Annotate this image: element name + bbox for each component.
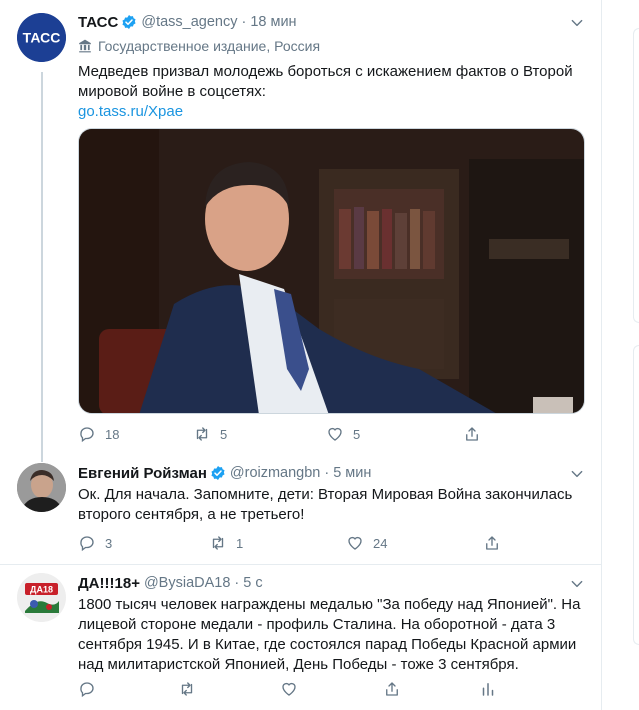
tweet-actions [78, 679, 497, 699]
sidebar-card-edge [633, 28, 639, 323]
avatar[interactable]: ТАСС [17, 13, 66, 62]
retweet-icon [181, 682, 193, 696]
thread-line [41, 72, 43, 455]
share-icon [386, 682, 398, 696]
tweet-header: ТАСС @tass_agency · 18 мин [78, 12, 297, 32]
reply-icon [80, 536, 94, 552]
avatar-logo-text: ТАСС [23, 30, 61, 46]
state-media-label: Государственное издание, Россия [78, 38, 320, 54]
sidebar-card-edge [633, 345, 639, 645]
state-media-text: Государственное издание, Россия [98, 38, 321, 54]
like-count: 5 [353, 426, 361, 442]
separator-dot: · [241, 14, 247, 30]
avatar-logo-text: ДА18 [30, 585, 53, 595]
separator-dot: · [234, 575, 240, 591]
tweet-text: 1800 тысяч человек награждены медалью "З… [78, 596, 581, 673]
tweet-bysia[interactable]: ДА18 ДА!!!18+ @BysiaDA18 · 5 с 1800 тыся… [0, 565, 602, 710]
timestamp[interactable]: 5 мин [333, 465, 371, 481]
verified-badge-icon [122, 15, 136, 29]
separator-dot: · [324, 465, 330, 481]
share-button[interactable] [463, 425, 481, 443]
reply-icon [80, 427, 94, 443]
share-button[interactable] [483, 534, 501, 552]
retweet-button[interactable]: 1 [209, 534, 346, 552]
thread-line-top [41, 455, 43, 462]
tweet-actions: 18 5 5 [78, 424, 481, 444]
analytics-icon [482, 683, 494, 696]
heart-icon [282, 682, 296, 696]
reply-button[interactable]: 18 [78, 425, 193, 443]
tweet-roizman[interactable]: Евгений Ройзман @roizmangbn · 5 мин Ок. … [0, 455, 602, 565]
photo-medvedev [79, 129, 584, 413]
reply-count: 3 [105, 535, 113, 551]
like-button[interactable]: 5 [326, 425, 463, 443]
author-name[interactable]: ТАСС [78, 14, 118, 31]
retweet-button[interactable]: 5 [193, 425, 326, 443]
heart-icon [348, 536, 362, 550]
reply-icon [80, 682, 94, 698]
avatar[interactable]: ДА18 [17, 573, 66, 622]
share-icon [486, 536, 498, 550]
timestamp[interactable]: 5 с [243, 575, 262, 591]
author-name[interactable]: Евгений Ройзман [78, 465, 207, 482]
tweet-actions: 3 1 24 [78, 533, 501, 553]
tweet-text-body: Медведев призвал молодежь бороться с иск… [78, 63, 573, 100]
avatar-photo [17, 463, 66, 512]
tweet-header: ДА!!!18+ @BysiaDA18 · 5 с [78, 573, 263, 593]
tweet-text: Ок. Для начала. Запомните, дети: Вторая … [78, 486, 573, 523]
tweet-link[interactable]: go.tass.ru/Храе [78, 102, 588, 122]
retweet-icon [196, 427, 208, 441]
retweet-count: 1 [236, 535, 244, 551]
government-building-icon [79, 39, 91, 53]
timestamp[interactable]: 18 мин [250, 14, 296, 30]
tweet-header: Евгений Ройзман @roizmangbn · 5 мин [78, 463, 371, 483]
chevron-down-icon[interactable] [570, 16, 584, 30]
author-handle[interactable]: @tass_agency [141, 14, 237, 30]
reply-button[interactable]: 3 [78, 534, 209, 552]
like-button[interactable]: 24 [346, 534, 483, 552]
tass-logo: ТАСС [17, 13, 66, 62]
author-name[interactable]: ДА!!!18+ [78, 575, 140, 592]
chevron-down-icon[interactable] [570, 577, 584, 591]
analytics-button[interactable] [479, 680, 497, 698]
heart-icon [328, 427, 342, 441]
avatar[interactable] [17, 463, 66, 512]
share-button[interactable] [383, 680, 479, 698]
tweet-photo[interactable] [78, 128, 585, 414]
right-sidebar-edge [628, 0, 639, 710]
retweet-count: 5 [220, 426, 228, 442]
like-count: 24 [373, 535, 388, 551]
timeline: ТАСС ТАСС @tass_agency · 18 мин Государс… [0, 0, 602, 710]
retweet-icon [212, 536, 224, 550]
avatar-logo: ДА18 [17, 573, 66, 622]
author-handle[interactable]: @BysiaDA18 [144, 575, 230, 591]
tweet-text: Медведев призвал молодежь бороться с иск… [78, 62, 588, 122]
tweet-tass[interactable]: ТАСС ТАСС @tass_agency · 18 мин Государс… [0, 0, 602, 455]
verified-badge-icon [211, 466, 225, 480]
retweet-button[interactable] [178, 680, 280, 698]
reply-button[interactable] [78, 680, 178, 698]
like-button[interactable] [280, 680, 383, 698]
author-handle[interactable]: @roizmangbn [230, 465, 320, 481]
reply-count: 18 [105, 426, 120, 442]
chevron-down-icon[interactable] [570, 467, 584, 481]
share-icon [466, 427, 478, 441]
